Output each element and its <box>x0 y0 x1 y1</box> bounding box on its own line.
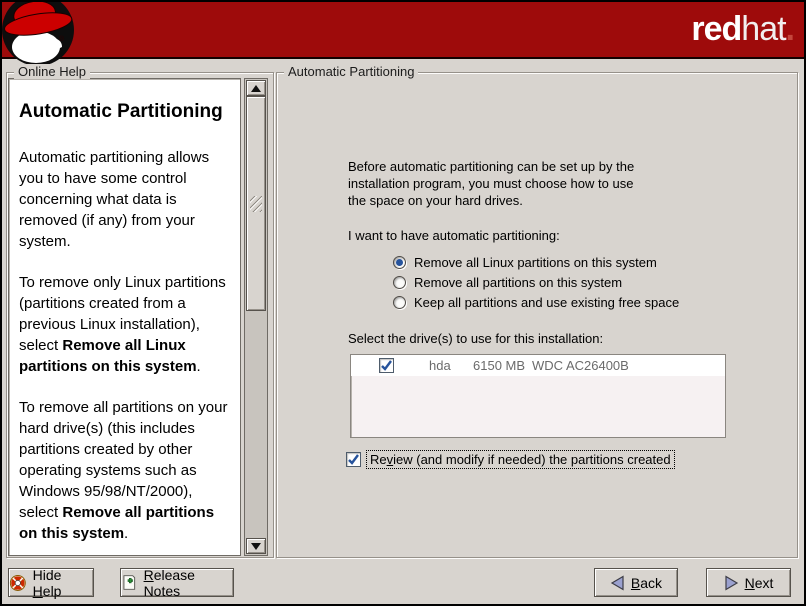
review-label-pre: Re <box>370 452 387 467</box>
release-notes-page-icon <box>121 574 138 591</box>
help-p2-end: . <box>197 358 201 375</box>
next-button[interactable]: Next <box>706 568 791 597</box>
intro-line-3: the space on your hard drives. <box>348 192 634 209</box>
arrow-up-icon <box>251 85 261 92</box>
drive-device: hda <box>429 358 451 373</box>
scroll-up-button[interactable] <box>246 80 266 96</box>
redhat-wordmark: redhat. <box>691 10 794 48</box>
installer-window: redhat. ® Online Help Automatic Partitio… <box>0 0 806 606</box>
help-paragraph-1: Automatic partitioning allows you to hav… <box>19 147 232 252</box>
checkmark-icon <box>380 359 393 372</box>
back-label: Back <box>631 575 662 591</box>
help-p3-normal: To remove all partitions on your hard dr… <box>19 399 227 521</box>
brand-dot: . <box>786 10 794 48</box>
partitioning-prompt: I want to have automatic partitioning: <box>348 228 560 243</box>
next-arrow-icon <box>724 575 739 591</box>
drive-list[interactable]: hda 6150 MB WDC AC26400B <box>350 354 726 438</box>
review-checkbox-label: Review (and modify if needed) the partit… <box>366 450 675 469</box>
label-post: elp <box>43 583 62 599</box>
label-pre: Hide <box>33 567 62 583</box>
radio-remove-linux[interactable]: Remove all Linux partitions on this syst… <box>393 252 679 272</box>
partitioning-radio-group: Remove all Linux partitions on this syst… <box>393 252 679 312</box>
label-mnemonic: B <box>631 575 640 591</box>
label-post: ext <box>755 575 774 591</box>
release-notes-label: Release Notes <box>144 567 233 599</box>
hide-help-label: Hide Help <box>33 567 93 599</box>
scrollbar-thumb[interactable] <box>246 96 266 311</box>
brand-regular: hat <box>741 10 785 48</box>
back-arrow-icon <box>610 575 625 591</box>
intro-line-2: installation program, you must choose ho… <box>348 175 634 192</box>
radio-label: Remove all Linux partitions on this syst… <box>414 255 657 270</box>
help-p3-end: . <box>124 525 128 542</box>
label-mnemonic: R <box>144 567 154 583</box>
help-scrollbar[interactable] <box>244 78 268 556</box>
drive-row-hda[interactable]: hda 6150 MB WDC AC26400B <box>351 355 725 376</box>
label-mnemonic: N <box>745 575 755 591</box>
help-paragraph-3: To remove all partitions on your hard dr… <box>19 397 232 544</box>
drive-size: 6150 MB <box>473 358 525 373</box>
scroll-down-button[interactable] <box>246 538 266 554</box>
drive-model: WDC AC26400B <box>532 358 629 373</box>
radio-label: Remove all partitions on this system <box>414 275 622 290</box>
review-checkbox-row[interactable]: Review (and modify if needed) the partit… <box>346 450 675 469</box>
intro-text: Before automatic partitioning can be set… <box>348 158 634 209</box>
arrow-down-icon <box>251 543 261 550</box>
release-notes-button[interactable]: Release Notes <box>120 568 234 597</box>
intro-line-1: Before automatic partitioning can be set… <box>348 158 634 175</box>
next-label: Next <box>745 575 774 591</box>
automatic-partitioning-frame-label: Automatic Partitioning <box>284 64 418 79</box>
brand-bold: red <box>691 10 741 48</box>
radio-button-icon[interactable] <box>393 296 406 309</box>
radio-button-icon[interactable] <box>393 256 406 269</box>
redhat-shadowman-icon <box>0 0 84 68</box>
hide-help-button[interactable]: Hide Help <box>8 568 94 597</box>
online-help-frame-label: Online Help <box>14 64 90 79</box>
radio-button-icon[interactable] <box>393 276 406 289</box>
registered-mark: ® <box>59 36 64 43</box>
back-button[interactable]: Back <box>594 568 678 597</box>
drive-checkbox[interactable] <box>379 358 394 373</box>
review-label-post: iew (and modify if needed) the partition… <box>393 452 671 467</box>
help-paragraph-2: To remove only Linux partitions (partiti… <box>19 272 232 377</box>
scrollbar-grip-icon <box>250 196 262 212</box>
label-mnemonic: H <box>33 583 43 599</box>
review-checkbox[interactable] <box>346 452 361 467</box>
radio-keep-all[interactable]: Keep all partitions and use existing fre… <box>393 292 679 312</box>
radio-remove-all[interactable]: Remove all partitions on this system <box>393 272 679 292</box>
automatic-partitioning-frame <box>276 72 798 558</box>
checkmark-icon <box>347 453 360 466</box>
drive-select-label: Select the drive(s) to use for this inst… <box>348 331 603 346</box>
help-heading: Automatic Partitioning <box>19 101 232 123</box>
label-post: ack <box>640 575 662 591</box>
title-banner: redhat. <box>2 2 804 59</box>
radio-label: Keep all partitions and use existing fre… <box>414 295 679 310</box>
help-text-view: Automatic Partitioning Automatic partiti… <box>8 78 241 556</box>
lifebuoy-help-icon <box>9 574 27 592</box>
